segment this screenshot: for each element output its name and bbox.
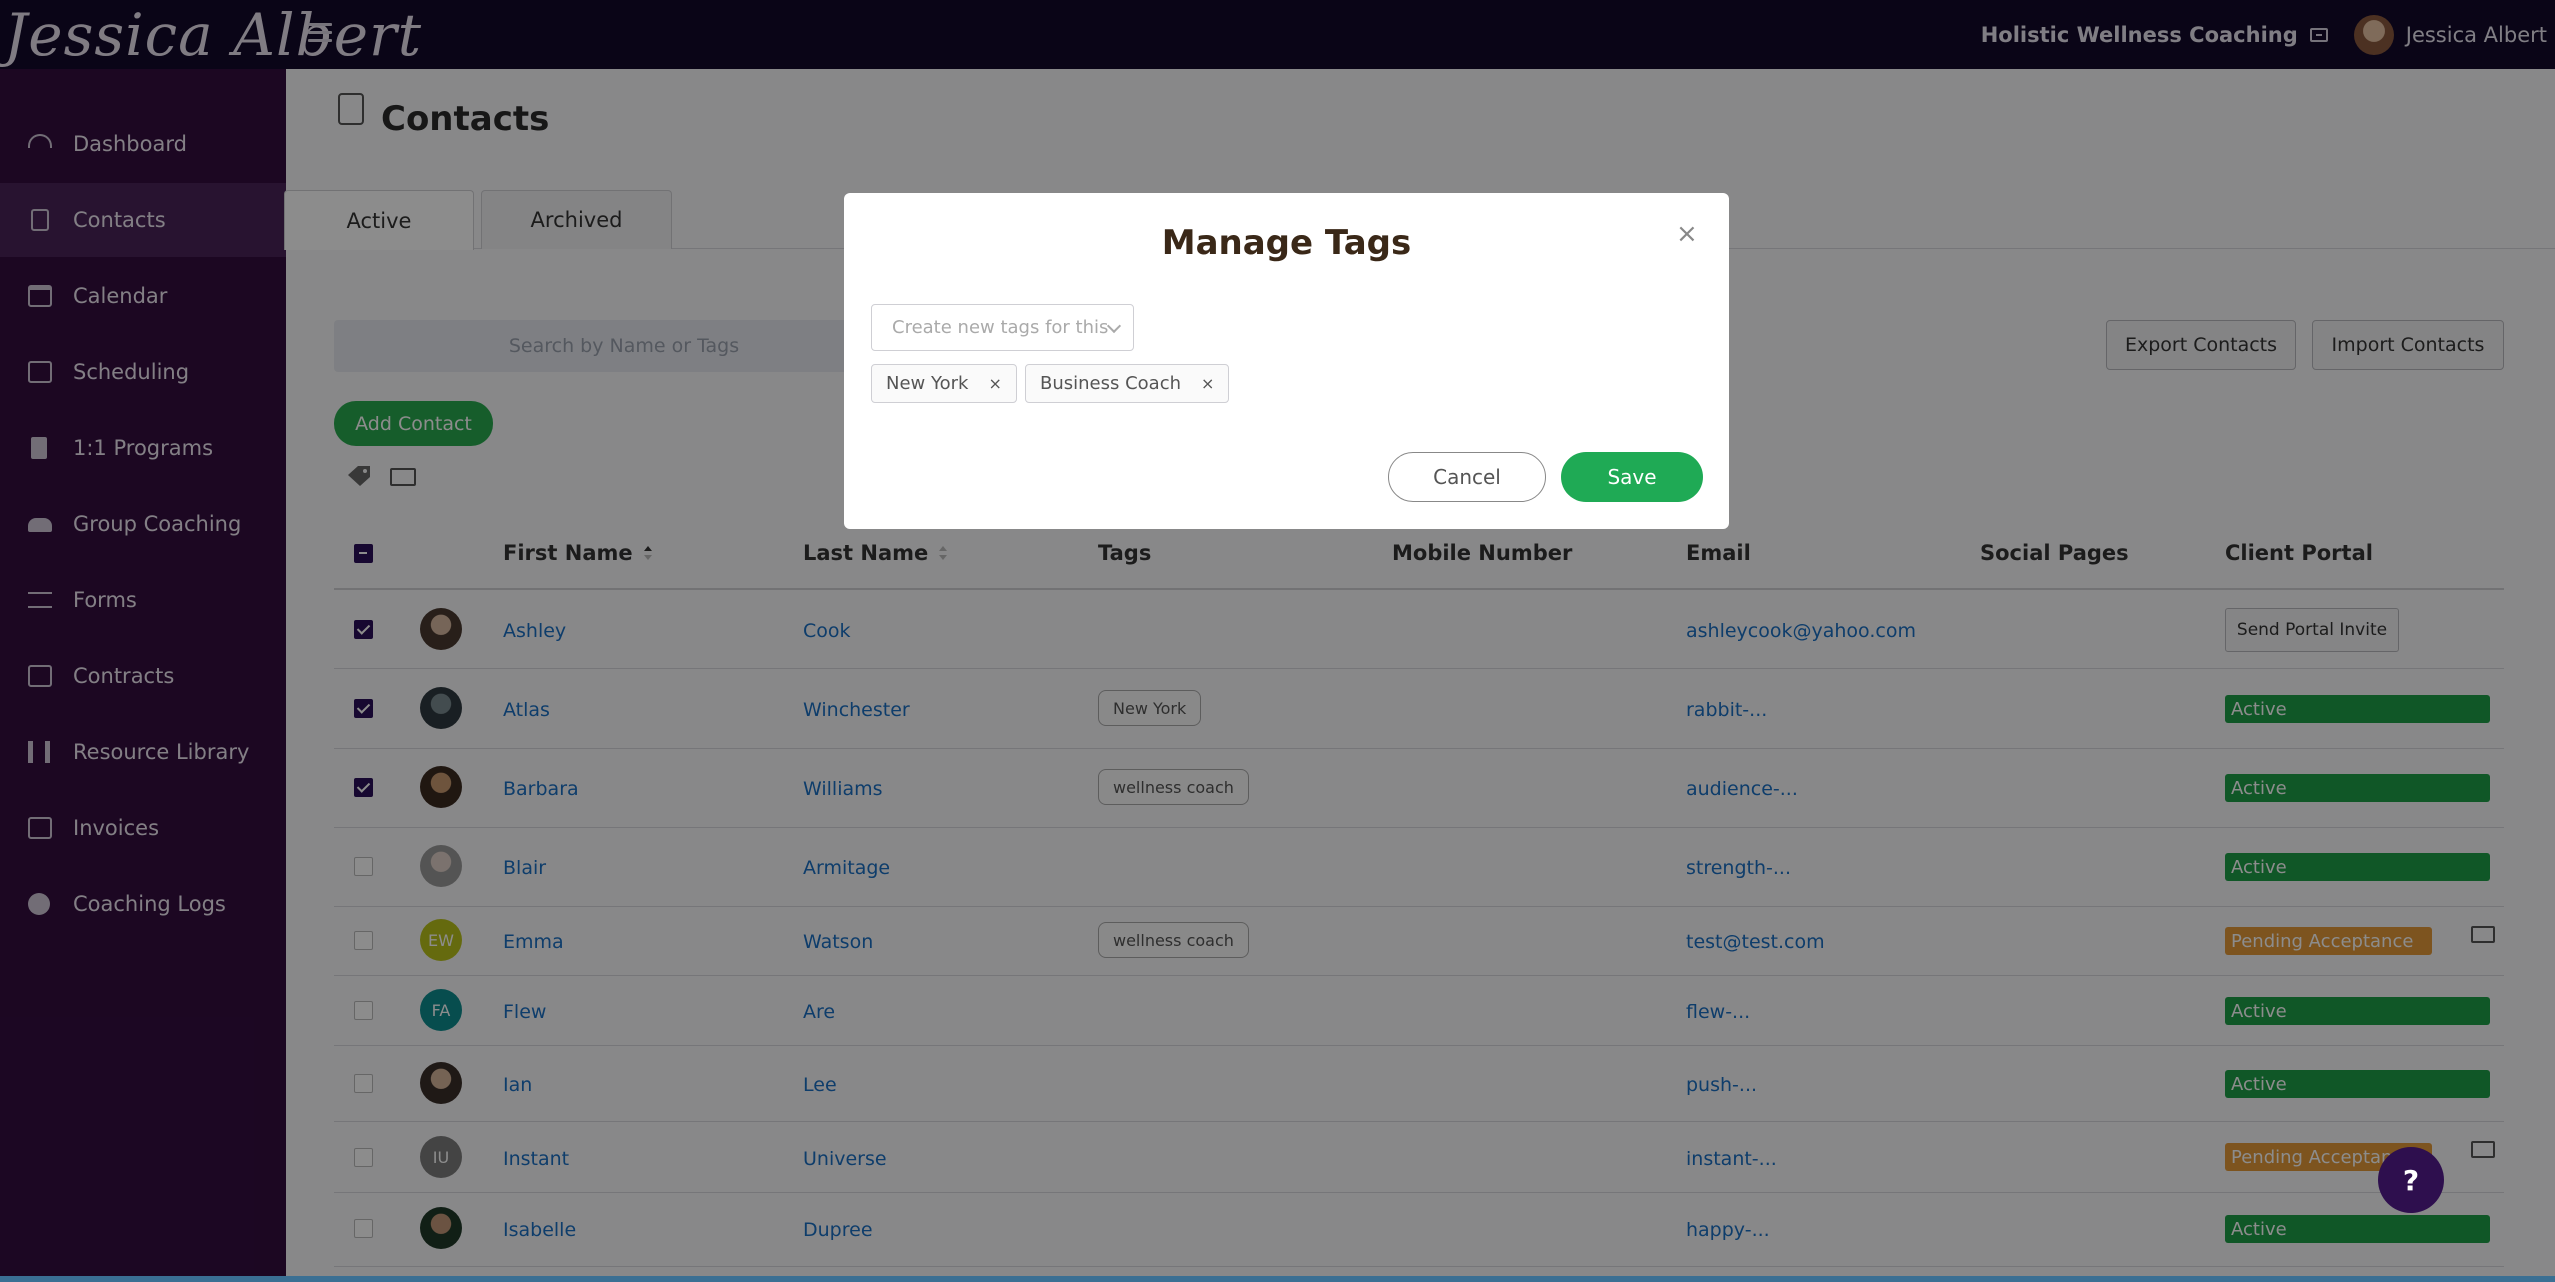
remove-tag-icon[interactable]: × [1201,374,1214,393]
tag-chip-business-coach: Business Coach × [1025,364,1230,403]
tag-chip-label: Business Coach [1040,373,1182,394]
close-icon[interactable]: × [1676,219,1698,249]
tag-select-input[interactable]: Create new tags for this [871,304,1134,351]
modal-title: Manage Tags [1161,223,1412,263]
tag-select-placeholder: Create new tags for this [892,317,1109,338]
manage-tags-modal: Manage Tags × Create new tags for this N… [844,193,1729,529]
tag-chip-new-york: New York × [871,364,1017,403]
cancel-button[interactable]: Cancel [1388,452,1546,502]
chevron-down-icon [1106,318,1122,334]
help-button[interactable]: ? [2378,1147,2444,1213]
remove-tag-icon[interactable]: × [988,374,1001,393]
tag-chip-label: New York [886,373,969,394]
bottom-strip [0,1276,2555,1282]
save-button[interactable]: Save [1561,452,1703,502]
